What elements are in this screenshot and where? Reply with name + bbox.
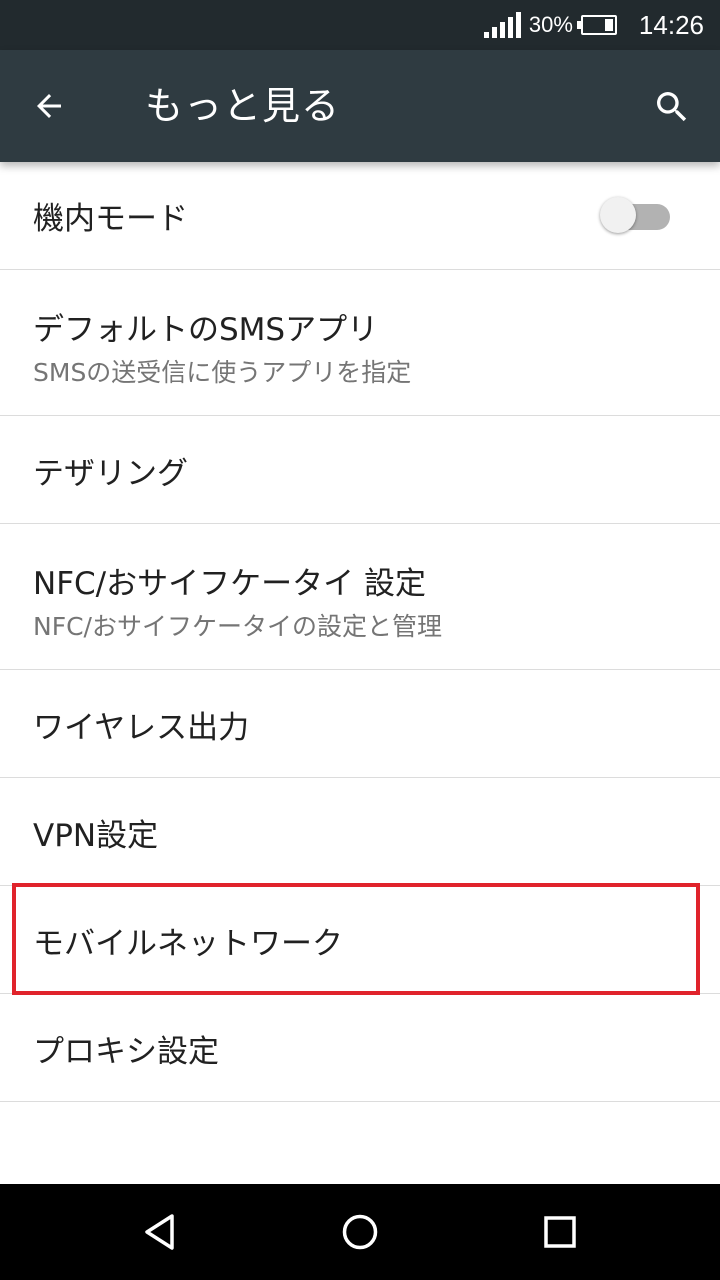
nav-back-button[interactable] <box>136 1208 184 1256</box>
settings-item-summary: NFC/おサイフケータイの設定と管理 <box>33 612 442 641</box>
battery-percent: 30% <box>528 12 573 37</box>
settings-item-summary: SMSの送受信に使うアプリを指定 <box>33 358 412 387</box>
battery-icon <box>576 15 617 35</box>
settings-item-label: プロキシ設定 <box>33 1034 219 1070</box>
settings-item-tethering[interactable]: テザリング <box>0 416 720 524</box>
back-triangle-icon <box>145 1214 174 1250</box>
navigation-bar <box>0 1184 720 1280</box>
nav-recents-button[interactable] <box>536 1208 584 1256</box>
settings-item-proxy[interactable]: プロキシ設定 <box>0 994 720 1102</box>
settings-list: 機内モード デフォルトのSMSアプリ SMSの送受信に使うアプリを指定 テザリン… <box>0 162 720 1102</box>
settings-item-airplane-mode[interactable]: 機内モード <box>0 162 720 270</box>
settings-item-wireless-display[interactable]: ワイヤレス出力 <box>0 670 720 778</box>
back-button[interactable] <box>22 79 76 133</box>
nav-home-button[interactable] <box>336 1208 384 1256</box>
app-bar: もっと見る <box>0 50 720 162</box>
settings-item-label: ワイヤレス出力 <box>33 710 250 746</box>
settings-item-label: デフォルトのSMSアプリ <box>33 312 379 348</box>
status-clock: 14:26 <box>638 9 704 40</box>
settings-item-label: NFC/おサイフケータイ 設定 <box>33 566 426 602</box>
settings-item-label: VPN設定 <box>33 818 159 854</box>
home-circle-icon <box>342 1214 378 1250</box>
settings-item-mobile-network[interactable]: モバイルネットワーク <box>0 886 720 994</box>
status-bar: 30% 14:26 <box>0 0 720 50</box>
settings-item-label: テザリング <box>33 456 188 492</box>
search-button[interactable] <box>644 79 700 135</box>
airplane-mode-toggle[interactable] <box>600 197 670 233</box>
page-title: もっと見る <box>145 84 341 128</box>
settings-item-label: モバイルネットワーク <box>33 926 343 962</box>
settings-item-default-sms[interactable]: デフォルトのSMSアプリ SMSの送受信に使うアプリを指定 <box>0 270 720 416</box>
settings-item-vpn[interactable]: VPN設定 <box>0 778 720 886</box>
back-arrow-icon <box>37 94 61 118</box>
battery-level-fill <box>604 19 613 31</box>
search-icon <box>657 92 687 122</box>
settings-item-nfc[interactable]: NFC/おサイフケータイ 設定 NFC/おサイフケータイの設定と管理 <box>0 524 720 670</box>
signal-icon <box>483 12 521 38</box>
status-indicators: 30% 14:26 <box>483 0 704 50</box>
recents-square-icon <box>544 1216 576 1248</box>
toggle-thumb <box>600 197 636 233</box>
